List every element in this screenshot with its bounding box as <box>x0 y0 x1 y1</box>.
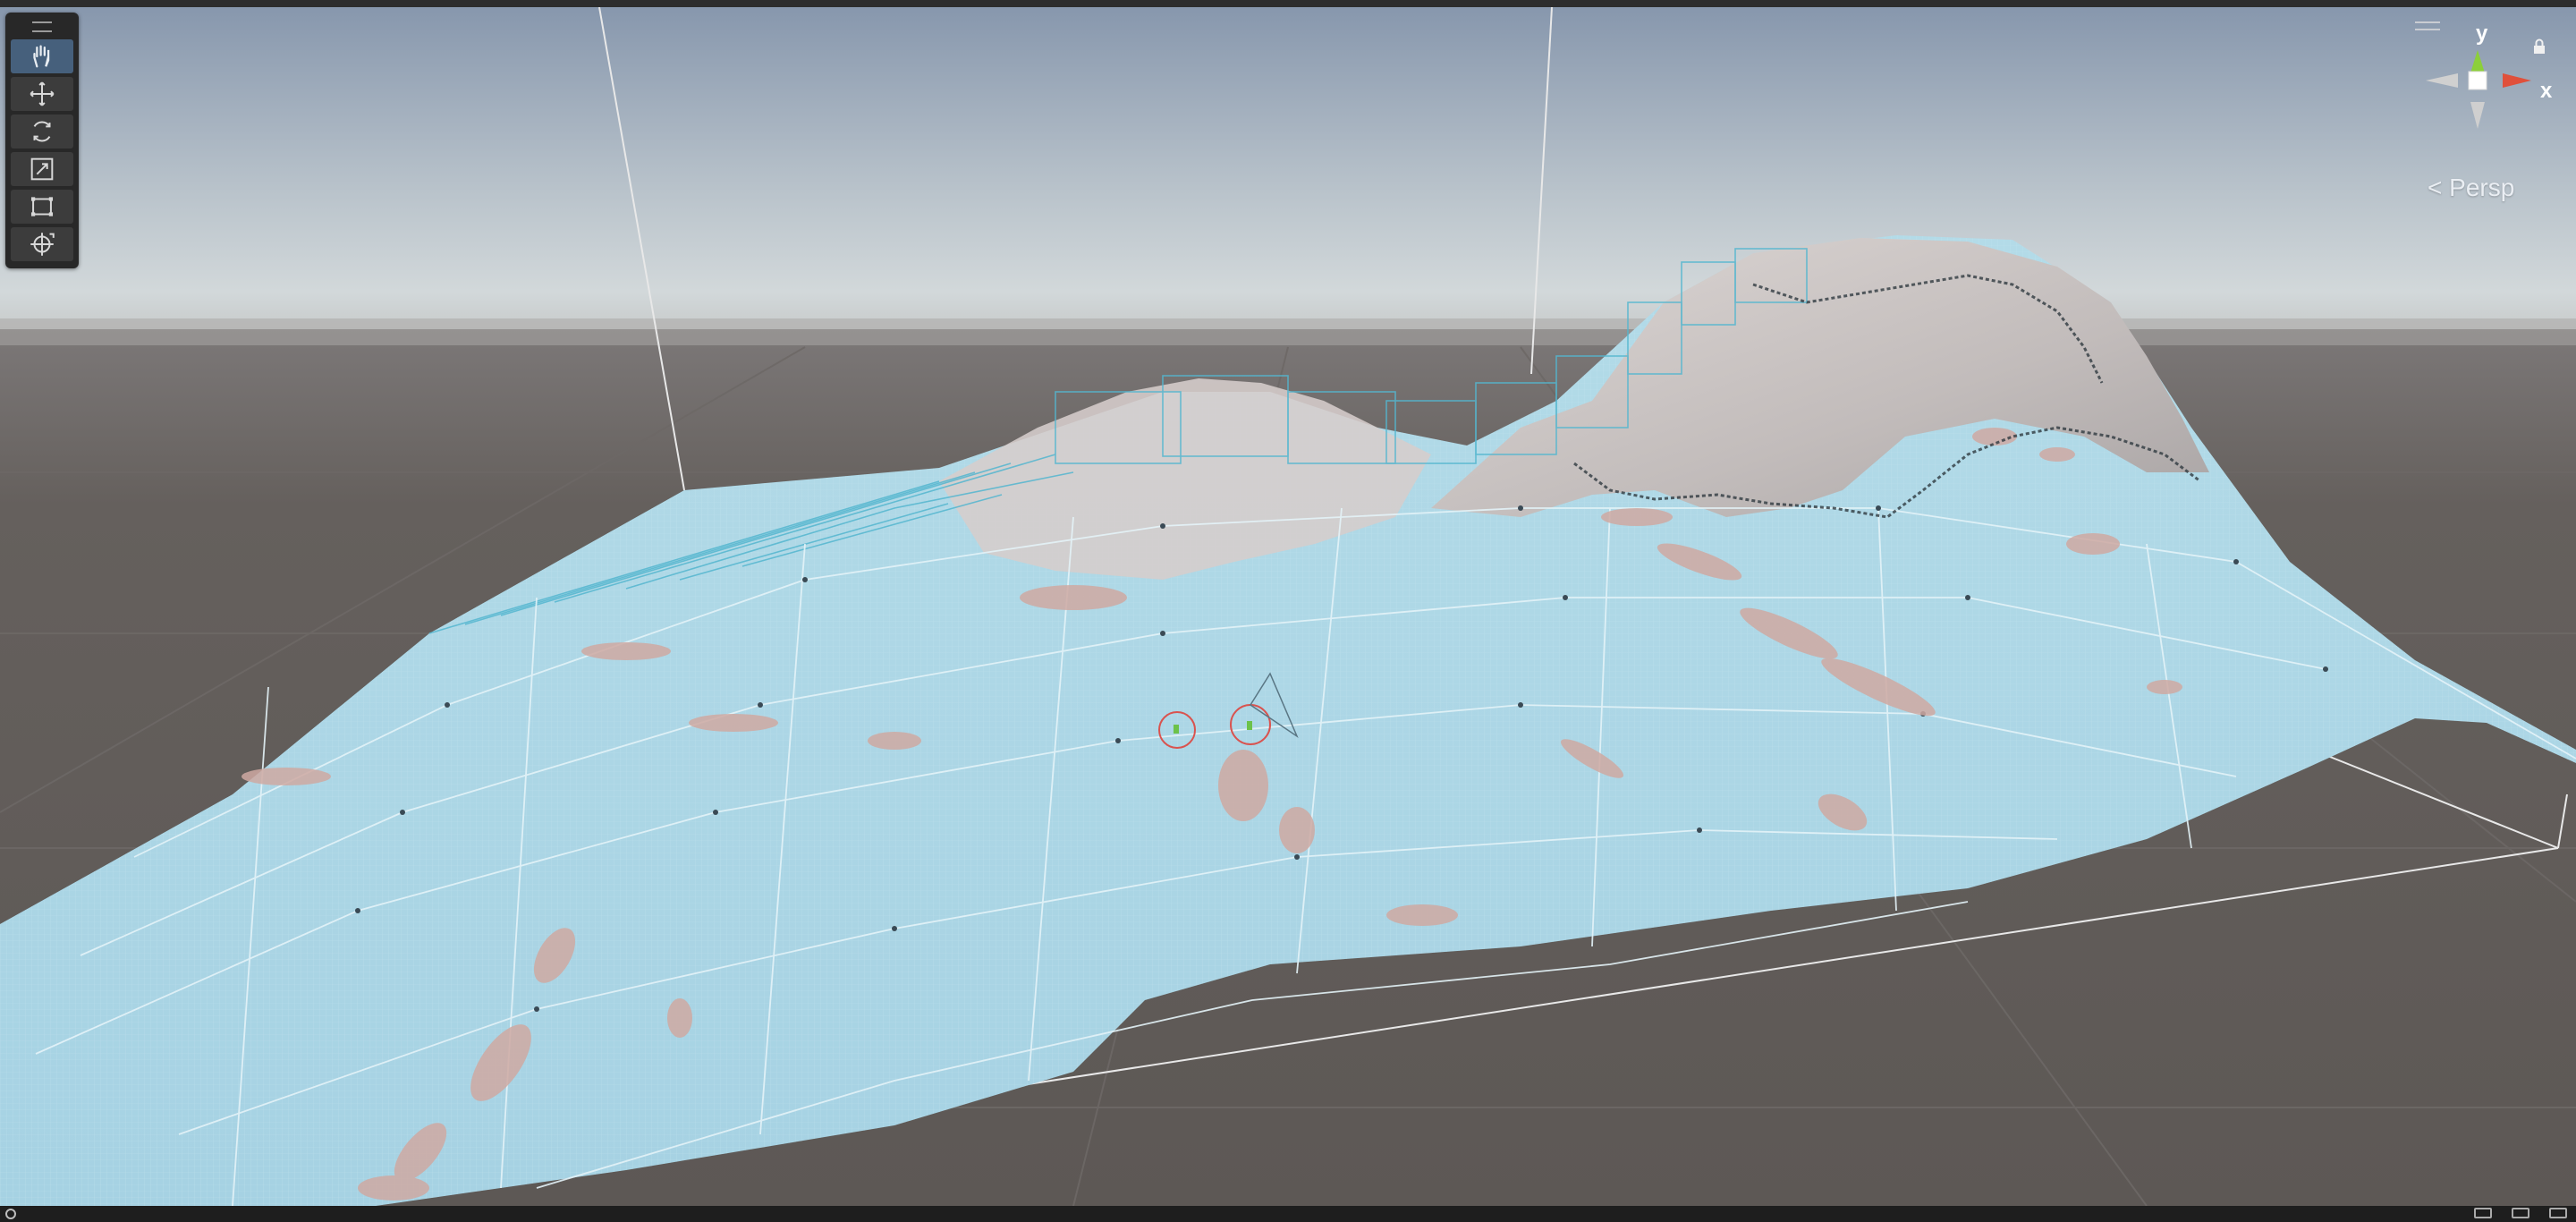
scale-tool-button[interactable] <box>11 152 73 186</box>
gizmo-menu-icon[interactable] <box>2415 21 2440 30</box>
scene-viewport[interactable] <box>0 7 2576 1206</box>
hand-tool-button[interactable] <box>11 39 73 73</box>
move-arrows-icon <box>30 81 55 106</box>
status-right-icon-2[interactable] <box>2512 1208 2529 1218</box>
orientation-gizmo[interactable]: y x < Persp <box>2415 13 2567 202</box>
rect-tool-button[interactable] <box>11 190 73 224</box>
perspective-icon: < <box>2428 174 2443 201</box>
rotate-icon <box>33 121 51 142</box>
transform-tool-button[interactable] <box>11 227 73 261</box>
projection-label: Persp <box>2449 174 2515 201</box>
projection-toggle[interactable]: < Persp <box>2428 174 2514 202</box>
rotate-tool-button[interactable] <box>11 115 73 149</box>
move-tool-button[interactable] <box>11 77 73 111</box>
status-right-icon-3[interactable] <box>2549 1208 2567 1218</box>
scale-icon <box>30 157 54 181</box>
gizmo-cube[interactable] <box>2415 39 2567 165</box>
rect-transform-icon <box>30 197 54 216</box>
status-icon[interactable] <box>5 1209 16 1219</box>
transform-icon <box>30 233 55 256</box>
tool-palette-grip[interactable] <box>32 21 52 32</box>
status-right-icon-1[interactable] <box>2474 1208 2492 1218</box>
sky <box>0 7 2576 343</box>
tool-palette <box>5 13 79 268</box>
hand-icon <box>33 45 50 68</box>
status-bar <box>0 1206 2576 1222</box>
